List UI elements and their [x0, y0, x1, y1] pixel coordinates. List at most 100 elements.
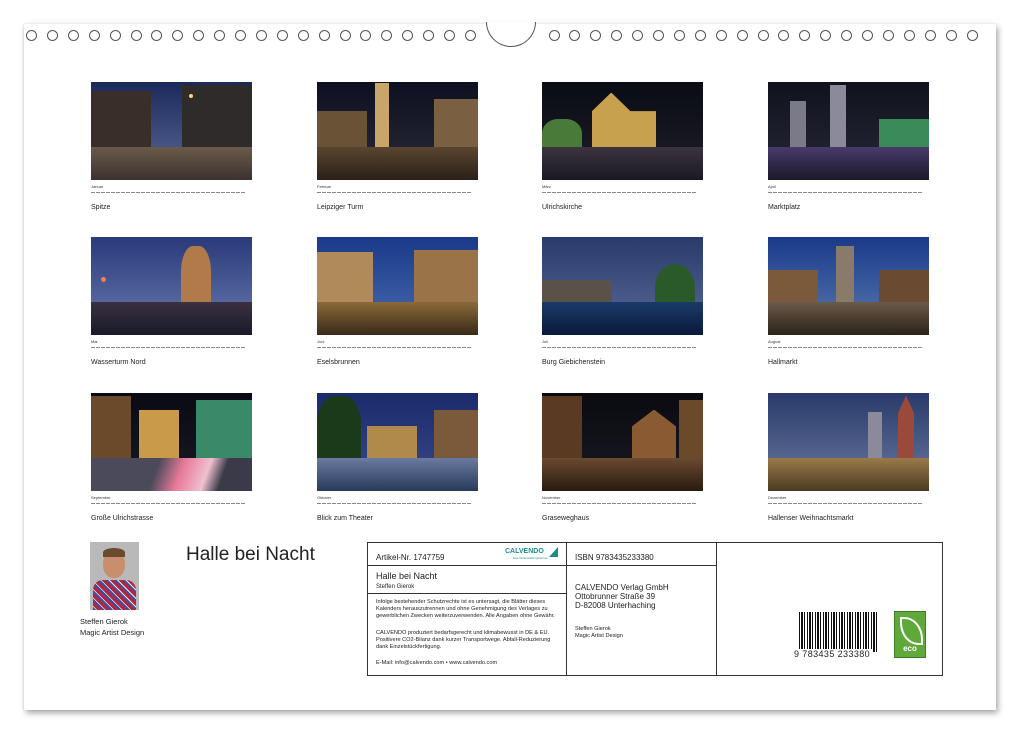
day-marker — [823, 503, 827, 504]
day-marker — [918, 503, 922, 504]
day-marker — [692, 347, 696, 348]
day-marker — [402, 347, 406, 348]
day-marker — [672, 503, 676, 504]
day-strip — [317, 345, 480, 350]
day-marker — [101, 192, 105, 193]
day-marker — [692, 503, 696, 504]
day-strip — [768, 190, 931, 195]
calvendo-logo-subtitle: Das Veranstaltungsformat — [513, 556, 548, 560]
day-marker — [883, 347, 887, 348]
day-marker — [126, 503, 130, 504]
day-marker — [823, 347, 827, 348]
day-marker — [221, 503, 225, 504]
day-marker — [552, 192, 556, 193]
day-marker — [412, 192, 416, 193]
day-marker — [808, 192, 812, 193]
day-marker — [206, 347, 210, 348]
day-marker — [216, 347, 220, 348]
day-marker — [878, 347, 882, 348]
day-marker — [437, 503, 441, 504]
day-marker — [121, 192, 125, 193]
day-marker — [131, 503, 135, 504]
product-author: Steffen Gierok — [376, 584, 415, 590]
day-marker — [597, 192, 601, 193]
day-marker — [231, 503, 235, 504]
day-marker — [317, 192, 321, 193]
product-title: Halle bei Nacht — [376, 571, 438, 581]
binding-ring — [318, 30, 330, 41]
day-marker — [347, 503, 351, 504]
day-marker — [557, 347, 561, 348]
day-marker — [357, 192, 361, 193]
day-marker — [457, 192, 461, 193]
day-marker — [106, 503, 110, 504]
day-marker — [803, 192, 807, 193]
binding-ring — [862, 30, 873, 41]
month-label: September — [91, 495, 111, 500]
day-marker — [913, 503, 917, 504]
day-marker — [617, 503, 621, 504]
day-marker — [352, 503, 356, 504]
day-marker — [657, 192, 661, 193]
day-marker — [798, 347, 802, 348]
day-marker — [592, 347, 596, 348]
day-marker — [402, 503, 406, 504]
day-marker — [342, 192, 346, 193]
day-marker — [647, 192, 651, 193]
binding-ring — [402, 30, 414, 41]
day-marker — [332, 192, 336, 193]
day-marker — [226, 347, 230, 348]
isbn: ISBN 9783435233380 — [575, 553, 654, 562]
day-marker — [131, 192, 135, 193]
divider — [567, 565, 716, 566]
day-marker — [342, 503, 346, 504]
day-marker — [226, 192, 230, 193]
day-marker — [878, 503, 882, 504]
day-marker — [908, 503, 912, 504]
day-marker — [231, 192, 235, 193]
day-marker — [121, 347, 125, 348]
day-marker — [387, 503, 391, 504]
day-marker — [687, 192, 691, 193]
day-marker — [823, 192, 827, 193]
day-marker — [462, 347, 466, 348]
day-marker — [322, 192, 326, 193]
day-marker — [457, 347, 461, 348]
day-marker — [382, 192, 386, 193]
month-tile: April Marktplatz — [768, 82, 931, 211]
day-marker — [547, 503, 551, 504]
day-marker — [552, 503, 556, 504]
binding-ring — [214, 30, 226, 41]
binding-ring — [548, 30, 560, 41]
day-marker — [186, 503, 190, 504]
day-marker — [397, 192, 401, 193]
day-marker — [818, 192, 822, 193]
binding-ring — [130, 30, 142, 41]
day-marker — [863, 192, 867, 193]
binding-ring — [339, 30, 351, 41]
day-marker — [587, 503, 591, 504]
day-marker — [106, 347, 110, 348]
month-caption: Wasserturm Nord — [91, 359, 146, 366]
day-marker — [417, 192, 421, 193]
binding-ring — [464, 30, 476, 41]
day-marker — [773, 192, 777, 193]
day-marker — [332, 347, 336, 348]
day-marker — [91, 347, 95, 348]
day-marker — [612, 347, 616, 348]
day-marker — [542, 347, 546, 348]
day-marker — [677, 192, 681, 193]
day-marker — [196, 347, 200, 348]
day-marker — [96, 192, 100, 193]
day-marker — [873, 192, 877, 193]
day-marker — [452, 192, 456, 193]
day-marker — [793, 192, 797, 193]
day-marker — [427, 503, 431, 504]
day-marker — [677, 347, 681, 348]
month-tile: Dezember Hallenser Weihnachtsmarkt — [768, 393, 931, 522]
day-marker — [883, 503, 887, 504]
month-label: Mai — [91, 339, 98, 344]
day-marker — [632, 503, 636, 504]
day-marker — [843, 347, 847, 348]
day-marker — [783, 347, 787, 348]
